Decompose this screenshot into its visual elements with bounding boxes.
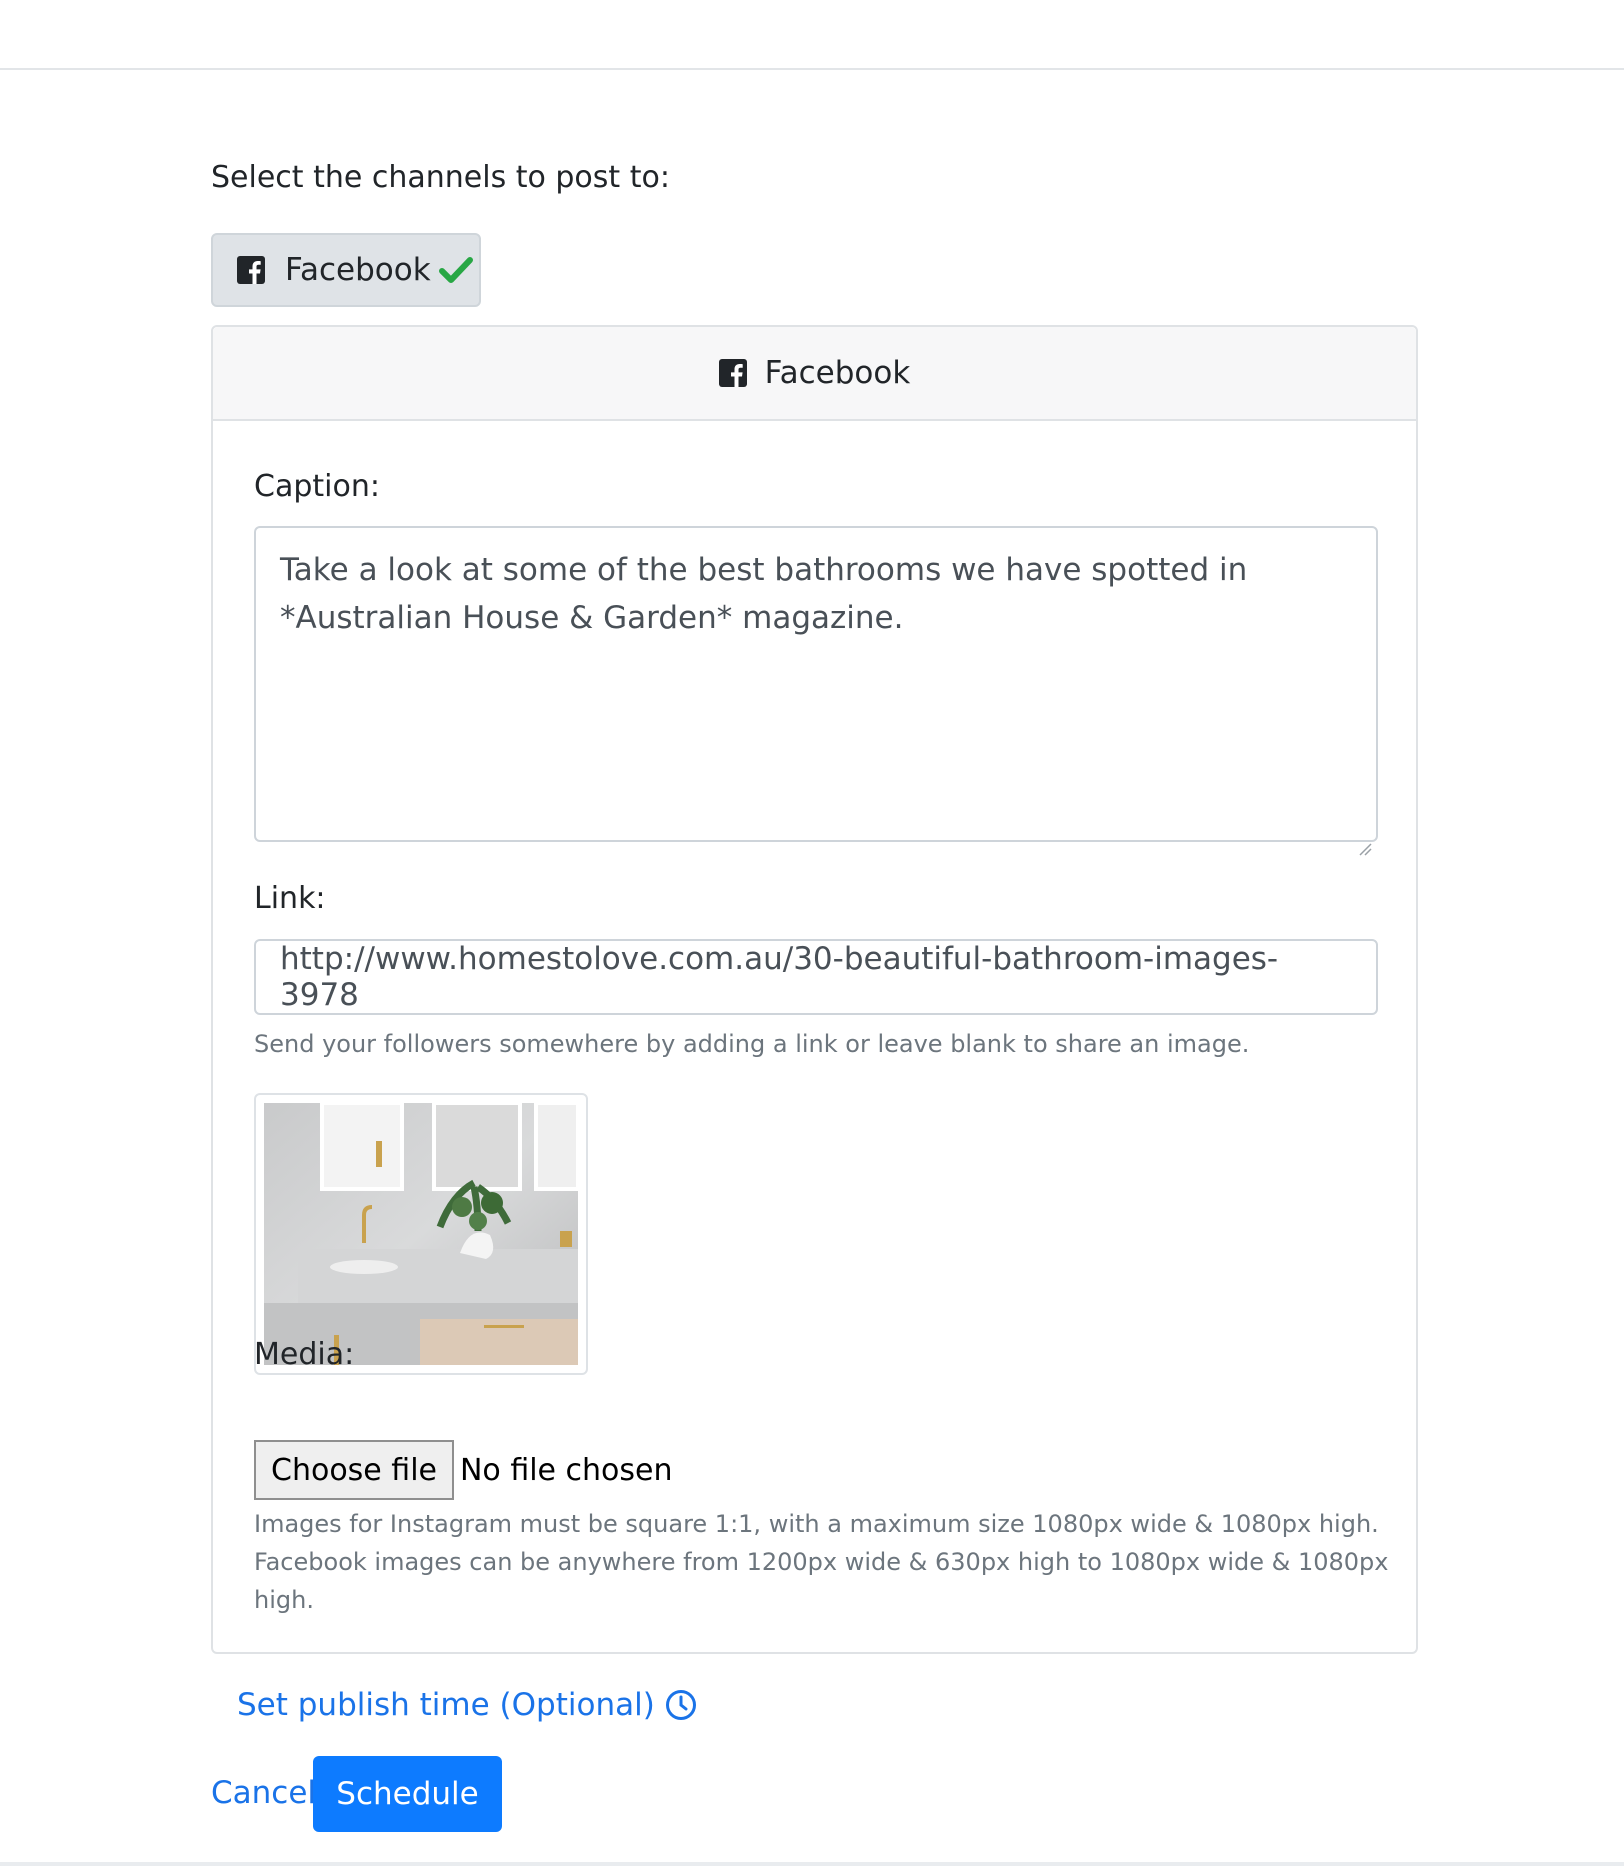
caption-label: Caption:	[254, 469, 380, 504]
clock-icon	[665, 1689, 697, 1721]
caption-textarea[interactable]: Take a look at some of the best bathroom…	[254, 526, 1378, 856]
bathroom-image	[264, 1103, 578, 1365]
facebook-square-icon	[237, 256, 265, 284]
file-status-text: No file chosen	[459, 1452, 673, 1488]
caption-text: Take a look at some of the best bathroom…	[280, 552, 1248, 636]
facebook-square-icon	[718, 359, 747, 387]
channel-toggle-facebook[interactable]: Facebook	[211, 233, 481, 307]
set-publish-time-label: Set publish time (Optional)	[237, 1687, 655, 1723]
link-help-text: Send your followers somewhere by adding …	[254, 1030, 1250, 1058]
set-publish-time-link[interactable]: Set publish time (Optional)	[237, 1685, 697, 1725]
top-navbar	[0, 0, 1624, 70]
media-help-line-1: Images for Instagram must be square 1:1,…	[254, 1510, 1379, 1538]
media-thumbnail	[254, 1093, 588, 1375]
link-input[interactable]: http://www.homestolove.com.au/30-beautif…	[254, 939, 1378, 1015]
channels-prompt: Select the channels to post to:	[211, 160, 670, 195]
media-file-input[interactable]: Choose file No file chosen	[254, 1440, 673, 1500]
schedule-button[interactable]: Schedule	[313, 1756, 502, 1832]
link-value: http://www.homestolove.com.au/30-beautif…	[280, 941, 1279, 1013]
checkmark-icon	[438, 256, 473, 284]
media-help-line-2: Facebook images can be anywhere from 120…	[254, 1548, 1389, 1614]
facebook-post-card: Facebook Caption: Take a look at some of…	[211, 325, 1418, 1654]
link-label: Link:	[254, 881, 326, 916]
bottom-divider	[0, 1862, 1624, 1866]
choose-file-button[interactable]: Choose file	[254, 1440, 454, 1500]
media-label: Media:	[254, 1337, 355, 1372]
card-header-title: Facebook	[764, 355, 911, 391]
cancel-link[interactable]: Cancel	[211, 1773, 316, 1813]
channel-toggle-label: Facebook	[285, 252, 431, 288]
card-header: Facebook	[213, 327, 1416, 421]
resize-handle-icon[interactable]	[1358, 822, 1372, 856]
